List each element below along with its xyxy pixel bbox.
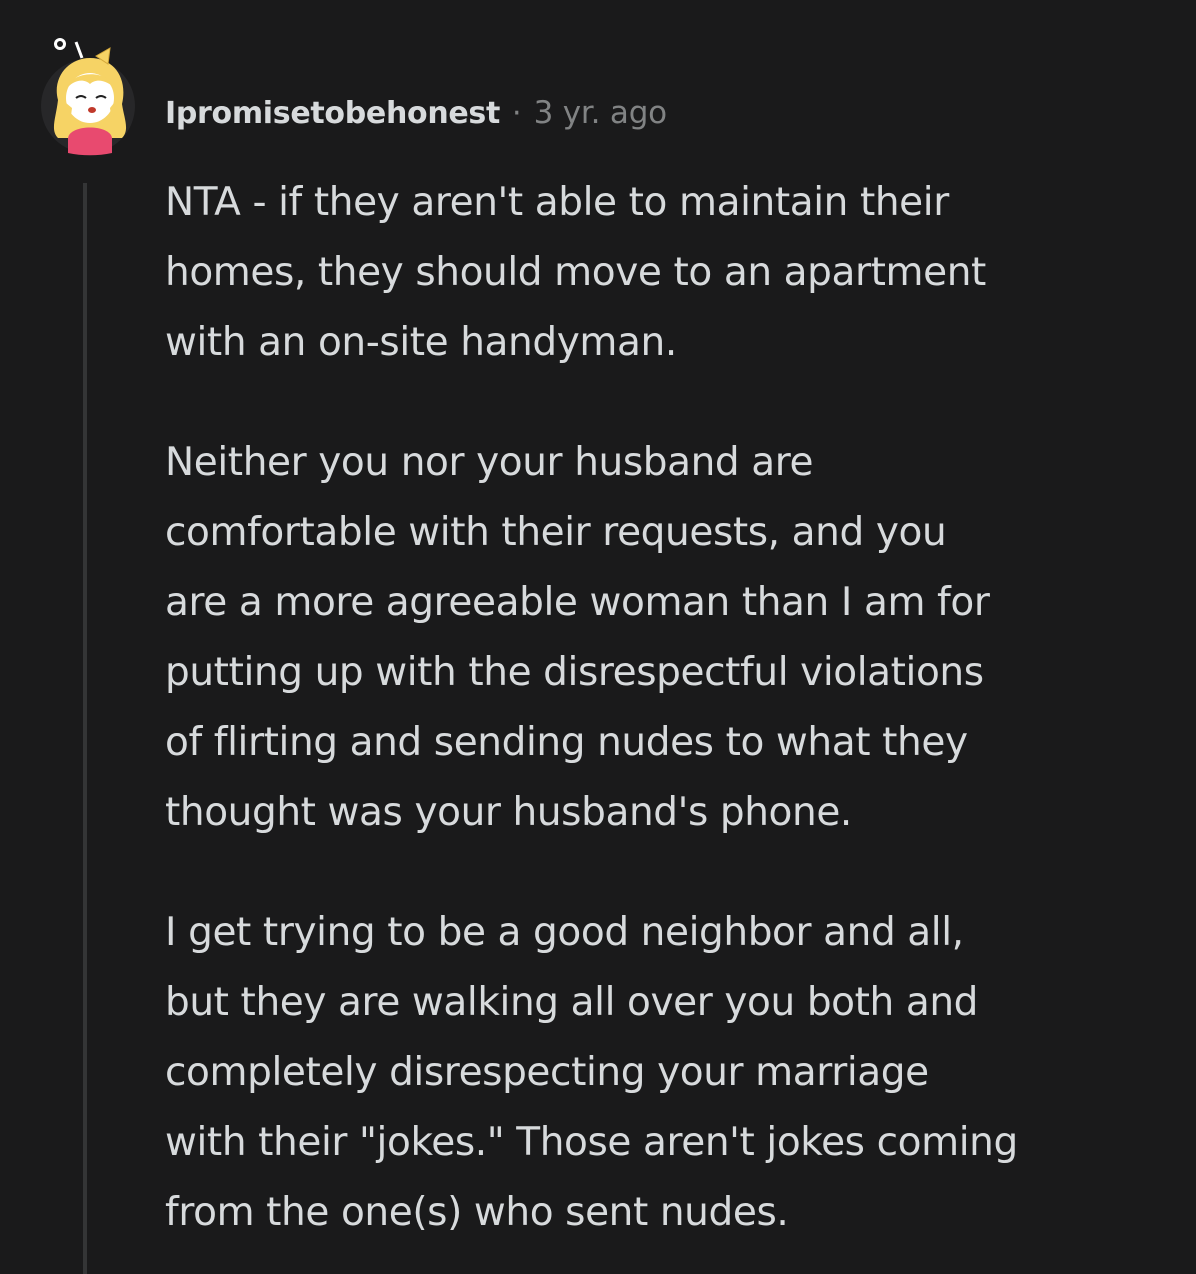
comment-header: Ipromisetobehonest · 3 yr. ago	[165, 88, 667, 138]
comment-paragraph-3: I get trying to be a good neighbor and a…	[165, 910, 1018, 1235]
user-avatar-icon[interactable]	[38, 38, 138, 158]
timestamp-link[interactable]: 3 yr. ago	[534, 95, 668, 131]
comment-body: NTA - if they aren't able to maintain th…	[165, 168, 1175, 1248]
meta-separator: ·	[512, 95, 522, 131]
thread-line[interactable]	[83, 183, 87, 1274]
comment-paragraph-2: Neither you nor your husband are comfort…	[165, 440, 990, 835]
author-link[interactable]: Ipromisetobehonest	[165, 96, 500, 131]
comment-paragraph-1: NTA - if they aren't able to maintain th…	[165, 180, 986, 365]
